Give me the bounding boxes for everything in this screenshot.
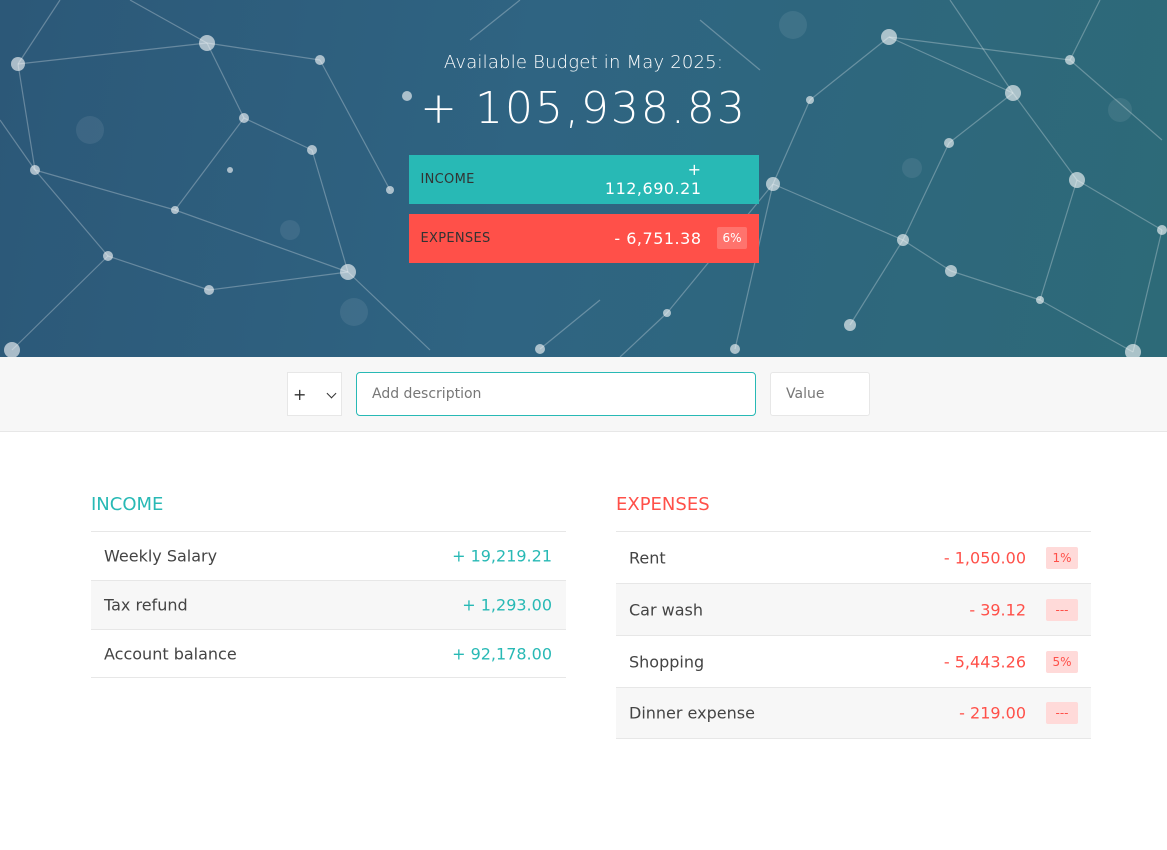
budget-header: Available Budget in May 2025: + 105,938.… <box>0 0 1167 357</box>
expense-item-description: Car wash <box>629 600 704 619</box>
summary-expenses-label: EXPENSES <box>420 230 491 246</box>
add-item-bar: + <box>0 357 1167 432</box>
value-input[interactable] <box>770 372 870 416</box>
type-select[interactable]: + <box>287 372 342 416</box>
income-list-title: INCOME <box>91 494 164 515</box>
income-item-value: + 19,219.21 <box>452 546 552 566</box>
summary-expenses-percentage-badge: 6% <box>717 226 747 249</box>
income-list: INCOME Weekly Salary + 19,219.21 Tax ref… <box>91 494 566 678</box>
expense-item-description: Rent <box>629 548 666 567</box>
expense-item-percentage-badge: 5% <box>1046 650 1078 673</box>
expense-item-percentage-badge: 1% <box>1046 546 1078 569</box>
income-item-description: Weekly Salary <box>104 546 218 566</box>
expenses-list-title: EXPENSES <box>616 494 710 515</box>
summary-expenses: EXPENSES - 6,751.38 6% <box>408 213 759 263</box>
summary-income-label: INCOME <box>420 171 475 187</box>
expense-item-percentage-badge: --- <box>1046 598 1078 621</box>
summary-income-value: + 112,690.21 <box>604 160 702 199</box>
income-item[interactable]: Account balance + 92,178.00 <box>91 629 566 678</box>
expense-item[interactable]: Car wash - 39.12 --- <box>616 583 1091 635</box>
expense-item-value: - 219.00 <box>959 703 1026 723</box>
chevron-down-icon <box>326 388 337 399</box>
expenses-list: EXPENSES Rent - 1,050.00 1% Car wash - 3… <box>616 494 1091 739</box>
income-item[interactable]: Tax refund + 1,293.00 <box>91 580 566 629</box>
budget-summary: Available Budget in May 2025: + 105,938.… <box>409 0 759 136</box>
expense-item-percentage-badge: --- <box>1046 702 1078 724</box>
expense-item[interactable]: Dinner expense - 219.00 --- <box>616 687 1091 739</box>
type-select-value: + <box>293 384 307 404</box>
expense-item[interactable]: Rent - 1,050.00 1% <box>616 531 1091 583</box>
income-item-value: + 92,178.00 <box>452 644 552 663</box>
income-items: Weekly Salary + 19,219.21 Tax refund + 1… <box>91 531 566 678</box>
expense-item-value: - 5,443.26 <box>943 652 1026 671</box>
description-input[interactable] <box>356 372 756 416</box>
income-item-description: Account balance <box>104 644 237 663</box>
expense-item-description: Dinner expense <box>629 703 755 723</box>
summary-income: INCOME + 112,690.21 <box>408 154 759 204</box>
expense-item-description: Shopping <box>629 652 705 671</box>
summary-expenses-value: - 6,751.38 <box>614 228 702 248</box>
budget-value: + 105,938.83 <box>420 83 747 134</box>
income-item[interactable]: Weekly Salary + 19,219.21 <box>91 531 566 580</box>
expense-items: Rent - 1,050.00 1% Car wash - 39.12 --- … <box>616 531 1091 739</box>
income-item-value: + 1,293.00 <box>462 595 552 615</box>
budget-title: Available Budget in May 2025: <box>443 52 724 73</box>
expense-item-value: - 1,050.00 <box>943 548 1026 567</box>
expense-item-value: - 39.12 <box>969 600 1026 619</box>
expense-item[interactable]: Shopping - 5,443.26 5% <box>616 635 1091 687</box>
income-item-description: Tax refund <box>104 595 188 615</box>
